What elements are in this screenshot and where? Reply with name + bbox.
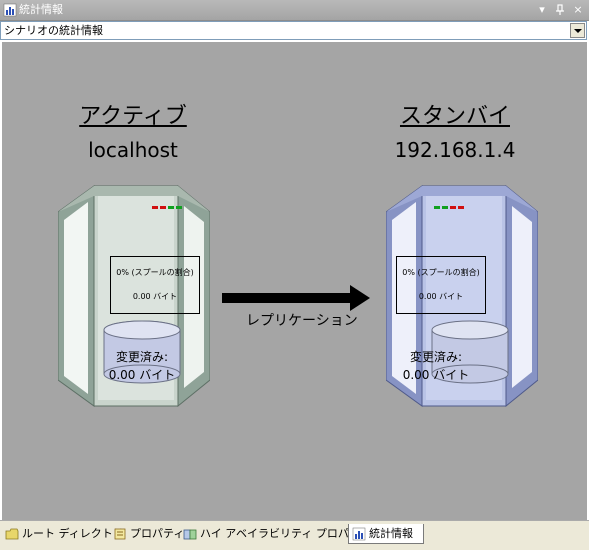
active-changed: 変更済み: 0.00 バイト xyxy=(104,348,180,384)
folder-icon xyxy=(5,528,19,540)
statistics-icon xyxy=(3,3,17,17)
active-heading: アクティブ xyxy=(79,104,187,129)
window-menu-button[interactable]: ▾ xyxy=(534,2,550,18)
standby-spool-stats: 0% (スプールの割合) 0.00 バイト xyxy=(396,256,486,314)
standby-changed: 変更済み: 0.00 バイト xyxy=(398,348,474,384)
pin-icon xyxy=(556,4,564,15)
scenario-select-value: シナリオの統計情報 xyxy=(4,24,103,37)
active-spool-stats: 0% (スプールの割合) 0.00 バイト xyxy=(110,256,200,314)
tab-statistics[interactable]: 統計情報 xyxy=(348,524,424,544)
standby-hostname: 192.168.1.4 xyxy=(394,138,516,162)
statistics-panel: アクティブ localhost 0% (スプールの割合) 0.00 バイト 変更… xyxy=(2,42,587,520)
tab-label: 統計情報 xyxy=(369,527,413,540)
tab-properties[interactable]: プロパティ xyxy=(110,524,184,544)
standby-spool-percent: 0% (スプールの割合) xyxy=(402,268,480,277)
tab-root-directory[interactable]: ルート ディレクトリ xyxy=(2,524,124,544)
statistics-icon xyxy=(352,527,366,541)
standby-changed-value: 0.00 バイト xyxy=(402,368,470,382)
window-title: 統計情報 xyxy=(19,3,63,16)
active-changed-label: 変更済み: xyxy=(115,350,169,364)
window-titlebar: 統計情報 ▾ × xyxy=(0,0,589,21)
replication-label: レプリケーション xyxy=(246,313,358,329)
properties-icon xyxy=(114,528,126,540)
tab-label: ハイ アベイラビリティ プロパティ xyxy=(200,527,371,540)
tab-ha-properties[interactable]: ハイ アベイラビリティ プロパティ xyxy=(180,524,370,544)
tab-label: ルート ディレクトリ xyxy=(22,527,124,540)
active-changed-value: 0.00 バイト xyxy=(108,368,176,382)
scenario-select[interactable]: シナリオの統計情報 xyxy=(0,21,587,40)
active-spool-bytes: 0.00 バイト xyxy=(132,292,178,301)
tab-label: プロパティ xyxy=(130,527,185,540)
ha-properties-icon xyxy=(183,529,197,540)
standby-server[interactable]: 0% (スプールの割合) 0.00 バイト 変更済み: 0.00 バイト xyxy=(386,182,538,410)
pin-button[interactable] xyxy=(552,2,568,18)
active-spool-percent: 0% (スプールの割合) xyxy=(116,268,194,277)
close-button[interactable]: × xyxy=(570,2,586,18)
chevron-down-icon[interactable] xyxy=(570,23,585,38)
standby-heading: スタンバイ xyxy=(399,104,510,129)
active-server[interactable]: 0% (スプールの割合) 0.00 バイト 変更済み: 0.00 バイト xyxy=(58,182,210,410)
replication-arrow-icon xyxy=(222,285,370,311)
bottom-tabbar: ルート ディレクトリ プロパティ ハイ アベイラビリティ プロパティ 統計情報 xyxy=(0,520,589,550)
standby-changed-label: 変更済み: xyxy=(409,350,463,364)
standby-spool-bytes: 0.00 バイト xyxy=(418,292,464,301)
active-hostname: localhost xyxy=(88,138,178,162)
